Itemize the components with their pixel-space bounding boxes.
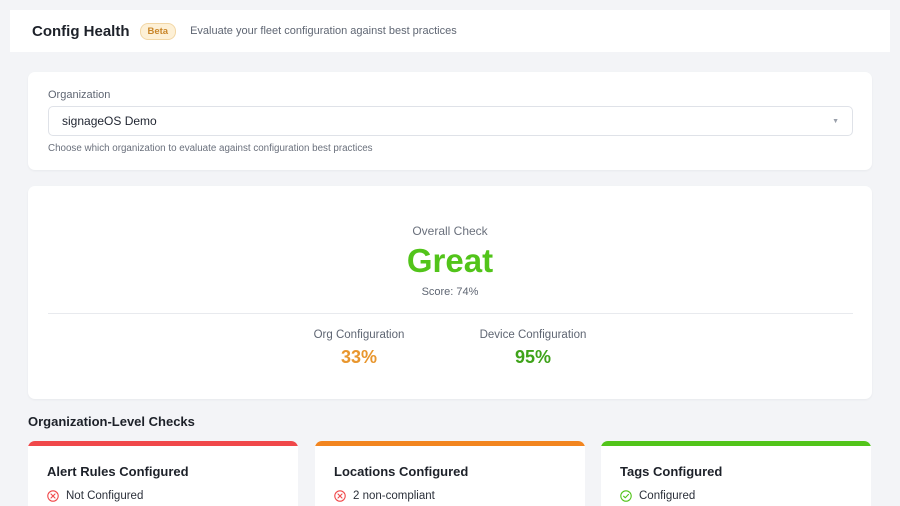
beta-badge: Beta bbox=[139, 22, 177, 40]
page-subtitle: Evaluate your fleet configuration agains… bbox=[190, 25, 457, 37]
overall-check-card: Overall Check Great Score: 74% Org Confi… bbox=[28, 186, 872, 399]
org-configuration-metric: Org Configuration 33% bbox=[259, 329, 459, 368]
device-configuration-label: Device Configuration bbox=[479, 329, 587, 341]
check-title: Locations Configured bbox=[334, 464, 469, 479]
check-status: 2 non-compliant bbox=[334, 490, 435, 502]
check-status: Not Configured bbox=[47, 490, 143, 502]
overall-check-value: Great bbox=[406, 242, 494, 279]
organization-card: Organization signageOS Demo ▼ Choose whi… bbox=[28, 72, 872, 170]
org-configuration-label: Org Configuration bbox=[313, 329, 405, 341]
org-configuration-value: 33% bbox=[340, 347, 378, 367]
check-card-alert-rules[interactable]: Alert Rules Configured Not Configured bbox=[28, 441, 298, 506]
check-title: Alert Rules Configured bbox=[47, 464, 189, 479]
section-title: Organization-Level Checks bbox=[28, 414, 195, 429]
organization-selected-value: signageOS Demo bbox=[62, 114, 157, 128]
x-circle-icon bbox=[47, 490, 59, 502]
divider bbox=[48, 313, 853, 314]
check-status-text: Configured bbox=[639, 490, 696, 502]
status-color-bar bbox=[601, 441, 871, 446]
organization-select[interactable]: signageOS Demo ▼ bbox=[48, 106, 853, 136]
page-title: Config Health bbox=[32, 22, 130, 40]
check-status: Configured bbox=[620, 490, 695, 502]
organization-label: Organization bbox=[48, 89, 111, 101]
check-card-locations[interactable]: Locations Configured 2 non-compliant bbox=[315, 441, 585, 506]
check-title: Tags Configured bbox=[620, 464, 723, 479]
device-configuration-value: 95% bbox=[514, 347, 552, 367]
page-header: Config Health Beta Evaluate your fleet c… bbox=[10, 10, 890, 52]
overall-score: Score: 74% bbox=[421, 286, 479, 298]
check-circle-icon bbox=[620, 490, 632, 502]
x-circle-icon bbox=[334, 490, 346, 502]
device-configuration-metric: Device Configuration 95% bbox=[433, 329, 633, 368]
check-status-text: 2 non-compliant bbox=[353, 490, 435, 502]
status-color-bar bbox=[315, 441, 585, 446]
organization-help-text: Choose which organization to evaluate ag… bbox=[48, 143, 373, 154]
check-card-tags[interactable]: Tags Configured Configured bbox=[601, 441, 871, 506]
overall-check-label: Overall Check bbox=[412, 224, 488, 238]
status-color-bar bbox=[28, 441, 298, 446]
chevron-down-icon: ▼ bbox=[832, 117, 839, 125]
check-status-text: Not Configured bbox=[66, 490, 144, 502]
